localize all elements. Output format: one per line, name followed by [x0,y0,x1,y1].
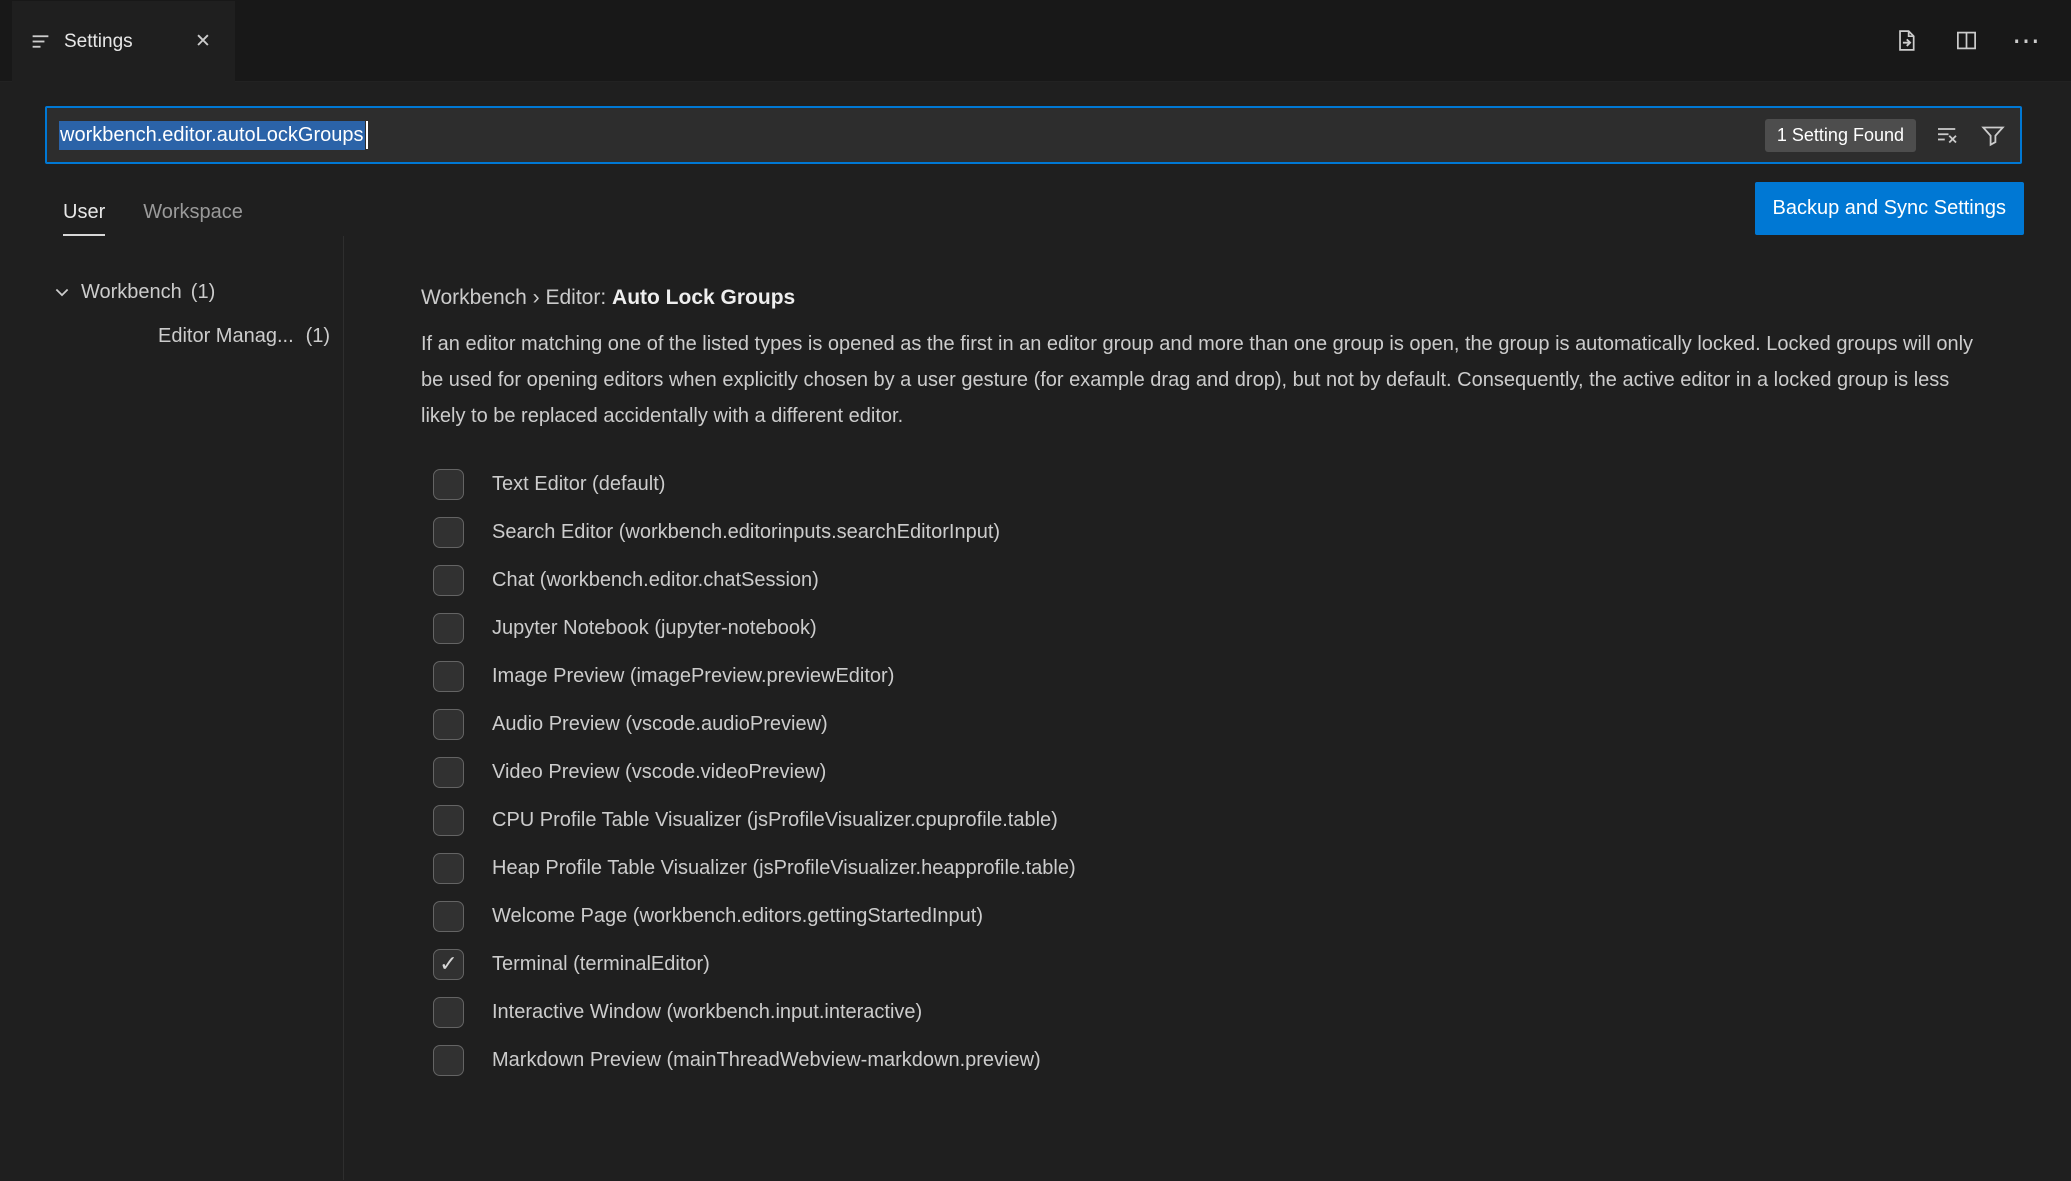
settings-editor: workbench.editor.autoLockGroups 1 Settin… [0,82,2071,1180]
option-checkbox[interactable]: ✓ [433,564,464,596]
option-label: CPU Profile Table Visualizer (jsProfileV… [492,808,1058,831]
setting-option-row[interactable]: ✓ Terminal (terminalEditor) [421,940,1997,988]
setting-option-row[interactable]: ✓ CPU Profile Table Visualizer (jsProfil… [421,796,1997,844]
scope-tabs: User Workspace [63,201,243,236]
setting-option-row[interactable]: ✓ Heap Profile Table Visualizer (jsProfi… [421,844,1997,892]
search-controls: 1 Setting Found [1764,118,2008,152]
toc-count: (1) [305,324,331,347]
option-label: Chat (workbench.editor.chatSession) [492,568,819,591]
setting-option-row[interactable]: ✓ Jupyter Notebook (jupyter-notebook) [421,604,1997,652]
option-checkbox[interactable]: ✓ [433,468,464,500]
settings-toc: Workbench (1) Editor Manag... (1) [0,236,344,1180]
option-label: Audio Preview (vscode.audioPreview) [492,712,828,735]
text-caret [365,121,368,149]
tab-workspace[interactable]: Workspace [143,201,243,236]
chevron-down-icon[interactable] [52,282,72,302]
more-actions-icon[interactable]: ⋯ [2011,26,2041,56]
option-checkbox[interactable]: ✓ [433,756,464,788]
close-tab-icon[interactable]: ✕ [189,28,217,56]
tab-title: Settings [64,30,133,52]
option-checkbox[interactable]: ✓ [433,948,464,980]
option-checkbox[interactable]: ✓ [433,996,464,1028]
option-checkbox[interactable]: ✓ [433,516,464,548]
option-label: Text Editor (default) [492,472,666,495]
setting-option-row[interactable]: ✓ Audio Preview (vscode.audioPreview) [421,700,1997,748]
setting-detail: Workbench › Editor: Auto Lock Groups If … [344,236,2071,1180]
option-label: Image Preview (imagePreview.previewEdito… [492,664,895,687]
setting-option-row[interactable]: ✓ Markdown Preview (mainThreadWebview-ma… [421,1036,1997,1084]
backup-sync-settings-button[interactable]: Backup and Sync Settings [1754,181,2024,235]
option-label: Search Editor (workbench.editorinputs.se… [492,520,1001,543]
settings-editor-icon [30,31,51,52]
settings-header: User Workspace Backup and Sync Settings [0,180,2071,236]
option-label: Markdown Preview (mainThreadWebview-mark… [492,1048,1041,1071]
toc-item-workbench[interactable]: Workbench (1) [0,270,343,314]
option-checkbox[interactable]: ✓ [433,708,464,740]
clear-search-input-icon[interactable] [1932,120,1962,150]
option-checkbox[interactable]: ✓ [433,660,464,692]
option-label: Video Preview (vscode.videoPreview) [492,760,827,783]
option-label: Heap Profile Table Visualizer (jsProfile… [492,856,1076,879]
search-text: workbench.editor.autoLockGroups [59,120,368,150]
option-checkbox[interactable]: ✓ [433,612,464,644]
editor-actions: ⋯ [1891,0,2071,81]
setting-option-row[interactable]: ✓ Text Editor (default) [421,460,1997,508]
toc-count: (1) [190,280,216,303]
ellipsis-glyph: ⋯ [2012,24,2040,56]
setting-name: Auto Lock Groups [612,286,796,309]
setting-description: If an editor matching one of the listed … [421,333,1974,427]
settings-search-input[interactable]: workbench.editor.autoLockGroups 1 Settin… [45,106,2022,164]
filter-icon[interactable] [1978,120,2008,150]
option-checkbox[interactable]: ✓ [433,804,464,836]
search-row: workbench.editor.autoLockGroups 1 Settin… [0,82,2071,164]
option-label: Jupyter Notebook (jupyter-notebook) [492,616,817,639]
editor-tab-bar: Settings ✕ ⋯ [0,0,2071,82]
option-label: Interactive Window (workbench.input.inte… [492,1000,923,1023]
option-label: Welcome Page (workbench.editors.gettingS… [492,904,984,927]
option-label: Terminal (terminalEditor) [492,952,710,975]
option-checkbox[interactable]: ✓ [433,900,464,932]
setting-category: Workbench › Editor: [421,286,613,309]
setting-option-row[interactable]: ✓ Search Editor (workbench.editorinputs.… [421,508,1997,556]
option-checkbox[interactable]: ✓ [433,852,464,884]
settings-content: Workbench (1) Editor Manag... (1) Workbe… [0,236,2071,1180]
setting-title: Workbench › Editor: Auto Lock Groups [421,286,2071,310]
split-editor-icon[interactable] [1951,26,1981,56]
open-settings-json-icon[interactable] [1891,26,1921,56]
toc-item-editor-management[interactable]: Editor Manag... (1) [0,314,343,358]
tab-user[interactable]: User [63,201,106,236]
checkmark-icon: ✓ [439,951,458,976]
setting-option-row[interactable]: ✓ Chat (workbench.editor.chatSession) [421,556,1997,604]
search-value-selected: workbench.editor.autoLockGroups [59,120,365,150]
tab-settings[interactable]: Settings ✕ [12,1,235,82]
toc-label: Editor Manag... [158,324,294,347]
option-checkbox[interactable]: ✓ [433,1044,464,1076]
results-count-badge: 1 Setting Found [1764,118,1916,152]
setting-option-row[interactable]: ✓ Interactive Window (workbench.input.in… [421,988,1997,1036]
setting-options-list: ✓ Text Editor (default) ✓ Search Editor … [421,460,1997,1084]
setting-option-row[interactable]: ✓ Welcome Page (workbench.editors.gettin… [421,892,1997,940]
setting-option-row[interactable]: ✓ Image Preview (imagePreview.previewEdi… [421,652,1997,700]
toc-label: Workbench [81,280,182,303]
setting-option-row[interactable]: ✓ Video Preview (vscode.videoPreview) [421,748,1997,796]
